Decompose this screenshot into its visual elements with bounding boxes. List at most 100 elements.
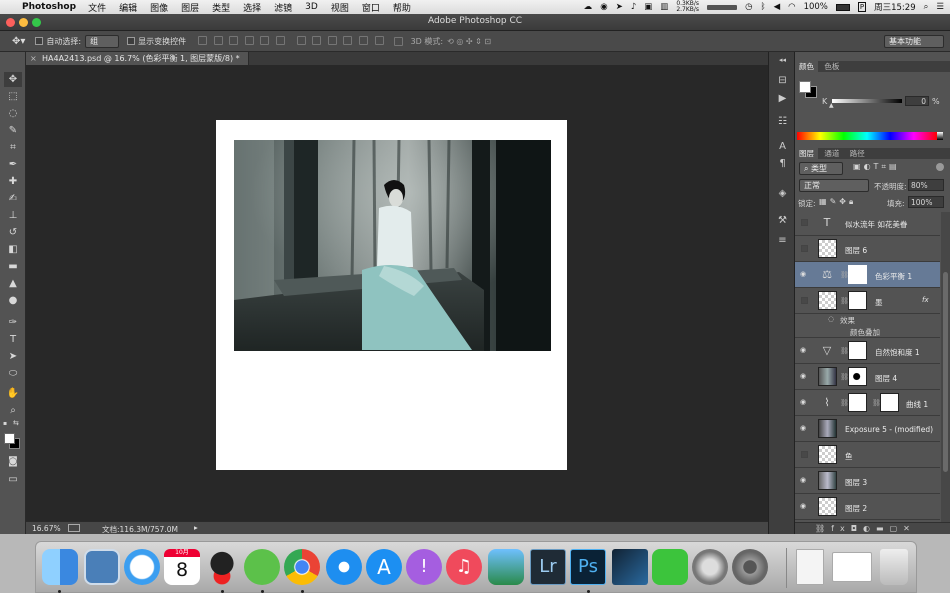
notification-center-icon[interactable]: ☰ <box>936 2 944 12</box>
canvas-area[interactable] <box>26 65 768 521</box>
iphoto-icon[interactable] <box>488 549 524 585</box>
layer-row[interactable]: ◉ ▽ ⛓ 自然饱和度 1 <box>795 338 940 364</box>
3d-drag-icon[interactable]: ✣ <box>466 37 473 46</box>
battery-meter-icon[interactable] <box>707 4 738 10</box>
wechat-icon[interactable] <box>244 549 280 585</box>
eye-icon[interactable]: ◉ <box>800 477 809 484</box>
layer-mask-thumbnail[interactable] <box>848 291 867 310</box>
layers-scrollbar-thumb[interactable] <box>943 272 948 472</box>
menu-view[interactable]: 视图 <box>331 1 349 14</box>
effect-item-row[interactable]: 颜色叠加 <box>795 326 940 338</box>
menu-help[interactable]: 帮助 <box>393 1 411 14</box>
tab-color[interactable]: 颜色 <box>795 61 818 72</box>
distribute-left-icon[interactable] <box>343 35 353 45</box>
layer-mask-thumbnail[interactable] <box>848 367 867 386</box>
effect-eye-icon[interactable]: ◌ <box>828 315 834 323</box>
layer-row[interactable]: 鱼 <box>795 442 940 468</box>
tool-presets-icon[interactable]: ⚒ <box>776 214 789 227</box>
layer-mask-thumbnail[interactable] <box>848 265 867 284</box>
foreground-color-swatch[interactable] <box>4 433 15 444</box>
lasso-tool-icon[interactable]: ◌ <box>4 106 22 121</box>
visibility-off-icon[interactable] <box>801 245 808 252</box>
eye-icon[interactable]: ◉ <box>800 399 809 406</box>
collapse-panels-icon[interactable]: ◂◂ <box>776 54 789 67</box>
crop-tool-icon[interactable]: ⌗ <box>4 140 22 155</box>
eye-icon[interactable]: ◉ <box>800 503 809 510</box>
blend-mode-dropdown[interactable]: 正常 <box>799 179 869 192</box>
menu-edit[interactable]: 编辑 <box>119 1 137 14</box>
shape-tool-icon[interactable]: ⬭ <box>4 366 22 381</box>
input-method-indicator[interactable]: P <box>857 2 867 12</box>
lock-position-icon[interactable]: ✥ <box>839 197 849 206</box>
eye-icon[interactable]: ◉ <box>800 425 809 432</box>
default-colors-icon[interactable]: ▪ <box>3 420 7 427</box>
marquee-tool-icon[interactable]: ⬚ <box>4 89 22 104</box>
3d-rotate-icon[interactable]: ⟲ <box>447 37 454 46</box>
color-spectrum-ramp[interactable] <box>797 132 937 140</box>
zoom-tool-icon[interactable]: ⌕ <box>4 403 22 418</box>
itunes-icon[interactable]: ♫ <box>446 549 482 585</box>
history-panel-icon[interactable]: ⊟ <box>776 74 789 87</box>
lightroom-icon[interactable]: Lr <box>530 549 566 585</box>
layer-row[interactable]: 图层 6 <box>795 236 940 262</box>
distribute-hcenter-icon[interactable] <box>359 35 369 45</box>
system-preferences-icon[interactable] <box>732 549 768 585</box>
tab-paths[interactable]: 路径 <box>846 148 869 159</box>
bluetooth-icon[interactable]: ᛒ <box>760 2 765 12</box>
history-brush-tool-icon[interactable]: ↺ <box>4 225 22 240</box>
properties-panel-icon[interactable]: ☷ <box>776 115 789 128</box>
document-icon[interactable] <box>796 549 824 585</box>
unknown-app-icon[interactable] <box>612 549 648 585</box>
layer-row-selected[interactable]: ◉ ⚖ ⛓ 色彩平衡 1 <box>795 262 940 288</box>
k-value-field[interactable]: 0 <box>905 96 929 106</box>
network-speed[interactable]: 0.3KB/s 2.7KB/s <box>676 1 699 13</box>
new-adjustment-icon[interactable]: ◐ <box>863 524 876 533</box>
close-tab-icon[interactable]: × <box>30 52 37 65</box>
document-canvas[interactable] <box>216 120 567 470</box>
3d-scale-icon[interactable]: ⊡ <box>484 37 491 46</box>
menu-layer[interactable]: 图层 <box>181 1 199 14</box>
visibility-off-icon[interactable] <box>801 297 808 304</box>
quick-select-tool-icon[interactable]: ✎ <box>4 123 22 138</box>
menu-window[interactable]: 窗口 <box>362 1 380 14</box>
workspace-dropdown[interactable]: 基本功能 <box>884 35 944 48</box>
dodge-tool-icon[interactable]: ● <box>4 293 22 308</box>
pen-tool-icon[interactable]: ✑ <box>4 315 22 330</box>
align-vcenter-icon[interactable] <box>213 35 223 45</box>
status-mini-icon[interactable] <box>68 524 80 532</box>
menu-clock[interactable]: 周三15:29 <box>874 1 916 13</box>
3d-panel-icon[interactable]: ◈ <box>776 187 789 200</box>
k-slider-handle[interactable]: ▲ <box>829 102 834 109</box>
app-menu[interactable]: Photoshop <box>22 2 76 12</box>
layer-mask-thumbnail[interactable] <box>848 393 867 412</box>
battery-icon[interactable] <box>835 3 850 11</box>
link-layers-icon[interactable]: ⛓ <box>815 524 831 533</box>
eyedropper-tool-icon[interactable]: ✒ <box>4 157 22 172</box>
zoom-level[interactable]: 16.67% <box>32 524 61 533</box>
fx-icon[interactable]: fx <box>922 296 929 304</box>
menu-select[interactable]: 选择 <box>243 1 261 14</box>
healing-brush-tool-icon[interactable]: ✚ <box>4 174 22 189</box>
lock-all-icon[interactable]: 🔒︎ <box>849 197 856 206</box>
brush-tool-icon[interactable]: ✍ <box>4 191 22 206</box>
path-select-tool-icon[interactable]: ➤ <box>4 349 22 364</box>
filter-pixel-icon[interactable]: ▣ <box>853 162 864 171</box>
menu-image[interactable]: 图像 <box>150 1 168 14</box>
paragraph-panel-icon[interactable]: ¶ <box>776 157 789 170</box>
menu-filter[interactable]: 滤镜 <box>274 1 292 14</box>
lock-image-icon[interactable]: ✎ <box>830 197 840 206</box>
battery-percent[interactable]: 100% <box>804 2 828 12</box>
safari-icon[interactable] <box>326 549 362 585</box>
layer-kind-filter[interactable]: ⌕ 类型 <box>799 162 843 175</box>
wifi-icon[interactable]: ◠ <box>788 2 795 12</box>
opacity-field[interactable]: 80% <box>908 179 944 191</box>
volume-icon[interactable]: ◀ <box>774 2 781 12</box>
tab-channels[interactable]: 通道 <box>820 148 843 159</box>
status-menu-arrow-icon[interactable]: ▸ <box>194 523 198 532</box>
auto-select-dropdown[interactable]: 组 <box>85 34 120 48</box>
show-transform-checkbox[interactable] <box>127 37 136 45</box>
app-store-icon[interactable]: A <box>366 549 402 585</box>
auto-align-icon[interactable] <box>393 36 403 46</box>
time-machine-icon[interactable]: ◷ <box>745 2 752 12</box>
send-status-icon[interactable]: ➤ <box>616 2 623 12</box>
